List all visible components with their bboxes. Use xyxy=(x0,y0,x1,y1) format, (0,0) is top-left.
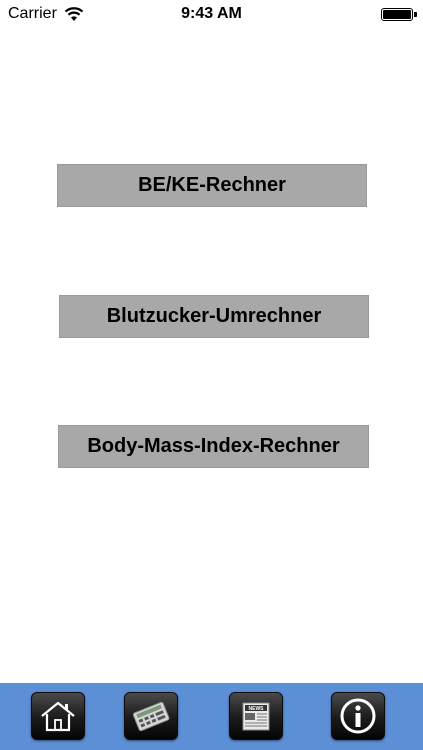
info-icon xyxy=(340,698,376,734)
calculator-icon xyxy=(132,701,170,732)
clock: 9:43 AM xyxy=(181,5,242,22)
status-bar: Carrier 9:43 AM xyxy=(0,0,423,28)
news-icon-text: NEWS xyxy=(249,706,265,712)
bmi-rechner-button[interactable]: Body-Mass-Index-Rechner xyxy=(58,425,369,468)
tab-bar: NEWS xyxy=(0,683,423,750)
tab-news[interactable]: NEWS xyxy=(229,692,283,740)
tab-info[interactable] xyxy=(331,692,385,740)
tab-home[interactable] xyxy=(31,692,85,740)
news-icon: NEWS xyxy=(242,702,270,731)
battery-tip xyxy=(414,12,417,17)
battery-level xyxy=(383,10,411,19)
tab-calculator[interactable] xyxy=(124,692,178,740)
be-ke-rechner-button[interactable]: BE/KE-Rechner xyxy=(57,164,367,207)
home-icon xyxy=(41,701,75,732)
battery-icon xyxy=(381,8,413,21)
blutzucker-umrechner-button[interactable]: Blutzucker-Umrechner xyxy=(59,295,369,338)
